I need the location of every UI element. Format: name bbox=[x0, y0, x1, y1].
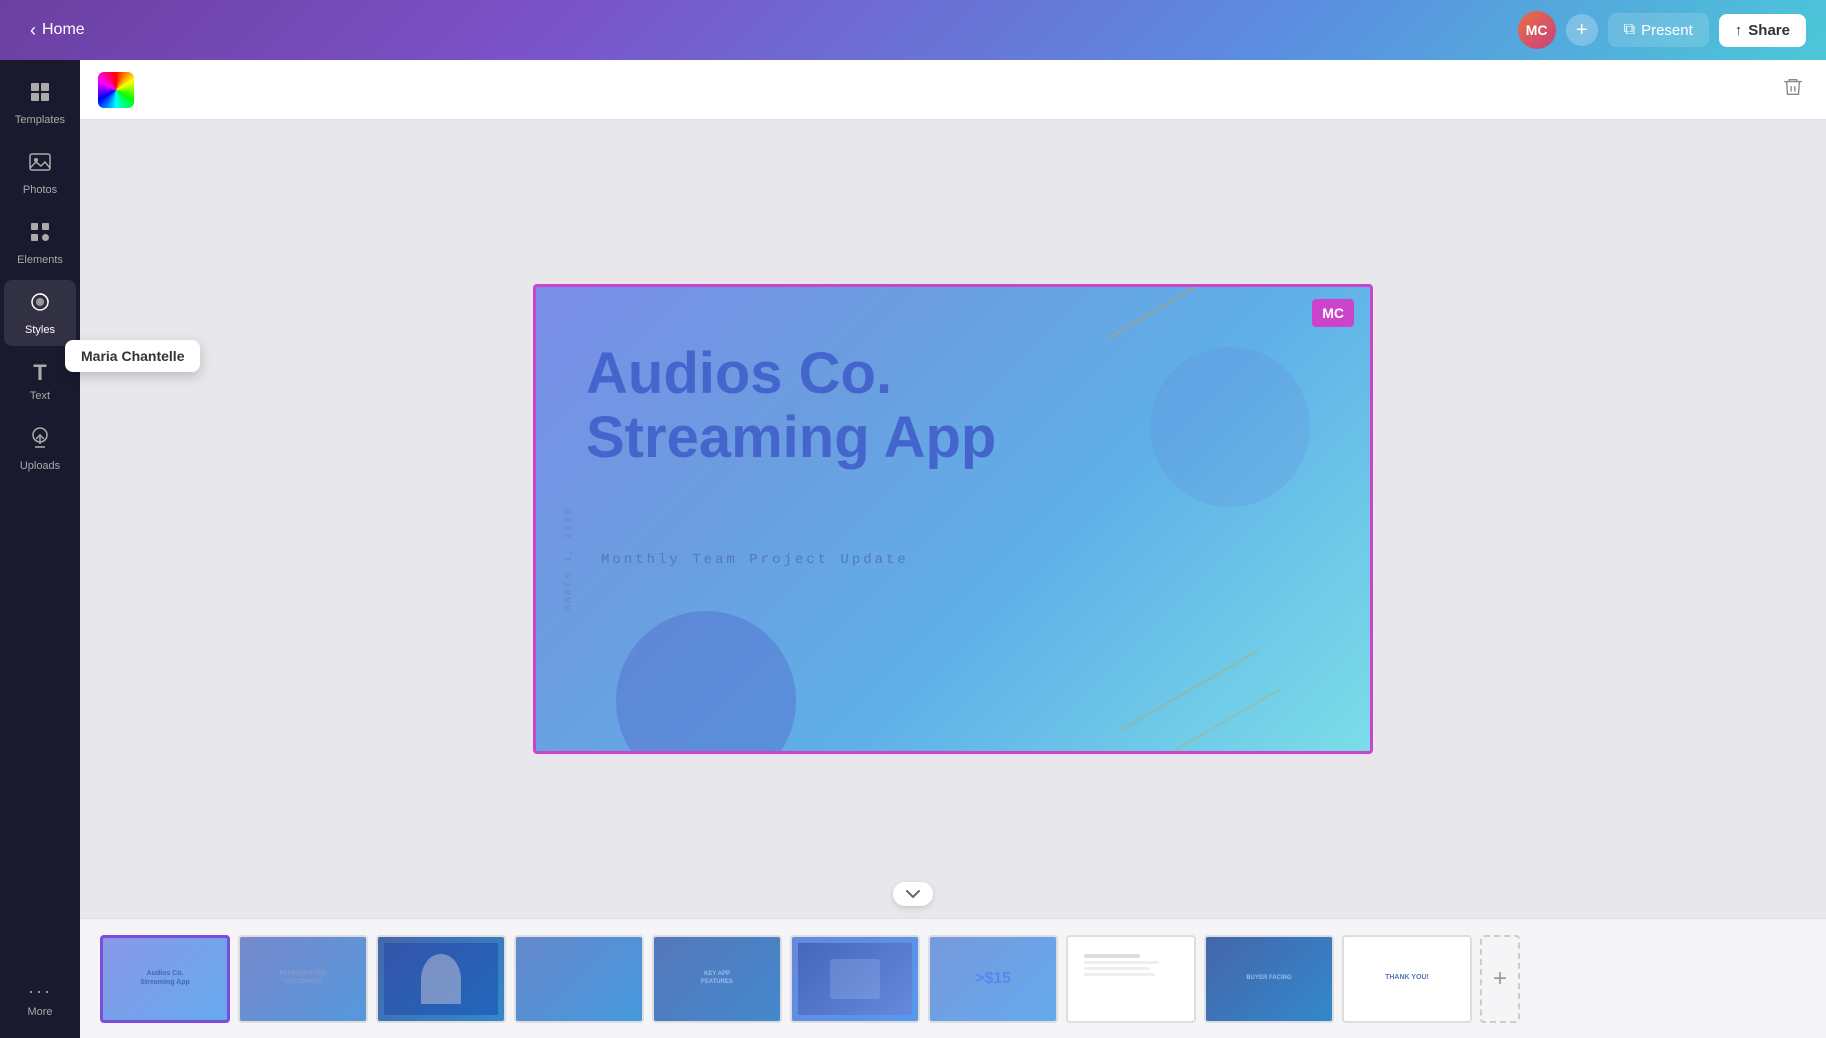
slide-thumb-6[interactable] bbox=[790, 935, 920, 1023]
slide-thumb-5[interactable]: KEY APPFEATURES bbox=[652, 935, 782, 1023]
share-label: Share bbox=[1748, 22, 1790, 39]
sidebar-item-more[interactable]: ··· More bbox=[4, 971, 76, 1028]
slide-thumb-3[interactable] bbox=[376, 935, 506, 1023]
present-button[interactable]: ⧉ Present bbox=[1608, 13, 1709, 47]
avatar[interactable]: MC bbox=[1518, 11, 1556, 49]
filmstrip: Audios Co.Streaming App REPRESENTINGCUST… bbox=[80, 918, 1826, 1038]
slide-date: MARCH 1, 2020 bbox=[564, 507, 575, 611]
back-arrow-icon: ‹ bbox=[30, 20, 36, 41]
toolbar bbox=[80, 60, 1826, 120]
home-back-button[interactable]: ‹ Home bbox=[20, 14, 95, 47]
thumb-3-content bbox=[378, 937, 504, 1021]
styles-label: Styles bbox=[25, 324, 55, 336]
thumb-4-content bbox=[516, 937, 642, 1021]
thumb-10-content: THANK YOU! bbox=[1344, 937, 1470, 1021]
collapse-panel-button[interactable] bbox=[893, 882, 933, 906]
more-label: More bbox=[27, 1006, 52, 1018]
add-collaborator-button[interactable]: + bbox=[1566, 14, 1598, 46]
text-icon: T bbox=[33, 360, 46, 386]
elements-label: Elements bbox=[17, 254, 63, 266]
sidebar: Templates Photos Elements bbox=[0, 60, 80, 1038]
thumb-2-content: REPRESENTINGCUSTOMERS bbox=[240, 937, 366, 1021]
deco-circle-2 bbox=[1150, 347, 1310, 507]
sidebar-item-templates[interactable]: Templates bbox=[4, 70, 76, 136]
slide-thumb-9[interactable]: BUYER FACING bbox=[1204, 935, 1334, 1023]
sidebar-item-text[interactable]: T Text bbox=[4, 350, 76, 412]
slide-subtitle: Monthly Team Project Update bbox=[601, 552, 909, 568]
present-icon: ⧉ bbox=[1624, 21, 1635, 39]
thumb-1-content: Audios Co.Streaming App bbox=[103, 938, 227, 1020]
sidebar-item-styles[interactable]: Styles bbox=[4, 280, 76, 346]
add-slide-icon: + bbox=[1493, 965, 1507, 993]
add-slide-button[interactable]: + bbox=[1480, 935, 1520, 1023]
canvas-area: Audios Co. Streaming App Monthly Team Pr… bbox=[80, 120, 1826, 918]
deco-line-3 bbox=[1140, 689, 1280, 754]
photos-label: Photos bbox=[23, 184, 57, 196]
sidebar-item-elements[interactable]: Elements bbox=[4, 210, 76, 276]
header-left: ‹ Home bbox=[20, 14, 95, 47]
thumb-9-content: BUYER FACING bbox=[1206, 937, 1332, 1021]
present-label: Present bbox=[1641, 22, 1693, 39]
slide-canvas[interactable]: Audios Co. Streaming App Monthly Team Pr… bbox=[533, 284, 1373, 754]
styles-icon bbox=[28, 290, 52, 320]
share-button[interactable]: ↑ Share bbox=[1719, 14, 1806, 47]
home-label: Home bbox=[42, 21, 85, 39]
templates-label: Templates bbox=[15, 114, 65, 126]
uploads-icon bbox=[28, 426, 52, 456]
photos-icon bbox=[28, 150, 52, 180]
thumb-6-content bbox=[792, 937, 918, 1021]
more-icon: ··· bbox=[28, 981, 52, 1002]
deco-line-2 bbox=[1120, 649, 1260, 731]
slide-thumb-2[interactable]: REPRESENTINGCUSTOMERS bbox=[238, 935, 368, 1023]
slide-thumb-10[interactable]: THANK YOU! bbox=[1342, 935, 1472, 1023]
sidebar-item-uploads[interactable]: Uploads bbox=[4, 416, 76, 482]
uploads-label: Uploads bbox=[20, 460, 60, 472]
slide-title: Audios Co. Streaming App bbox=[586, 342, 996, 470]
slide-thumb-4[interactable] bbox=[514, 935, 644, 1023]
deco-line-1 bbox=[1108, 284, 1213, 339]
delete-button[interactable] bbox=[1776, 70, 1810, 110]
slide-thumb-1[interactable]: Audios Co.Streaming App bbox=[100, 935, 230, 1023]
text-label: Text bbox=[30, 390, 50, 402]
slide-thumb-8[interactable] bbox=[1066, 935, 1196, 1023]
color-wheel-icon bbox=[98, 72, 134, 108]
share-icon: ↑ bbox=[1735, 22, 1743, 39]
templates-icon bbox=[28, 80, 52, 110]
sidebar-item-photos[interactable]: Photos bbox=[4, 140, 76, 206]
thumb-8-content bbox=[1068, 937, 1194, 1021]
color-palette-button[interactable] bbox=[96, 70, 136, 110]
deco-circle-1 bbox=[616, 611, 796, 754]
elements-icon bbox=[28, 220, 52, 250]
slide-badge: MC bbox=[1312, 299, 1354, 327]
thumb-7-content: >$15 bbox=[930, 937, 1056, 1021]
slide-thumb-7[interactable]: >$15 bbox=[928, 935, 1058, 1023]
header-right: MC + ⧉ Present ↑ Share bbox=[1518, 11, 1806, 49]
thumb-5-content: KEY APPFEATURES bbox=[654, 937, 780, 1021]
header: ‹ Home MC + ⧉ Present ↑ Share bbox=[0, 0, 1826, 60]
